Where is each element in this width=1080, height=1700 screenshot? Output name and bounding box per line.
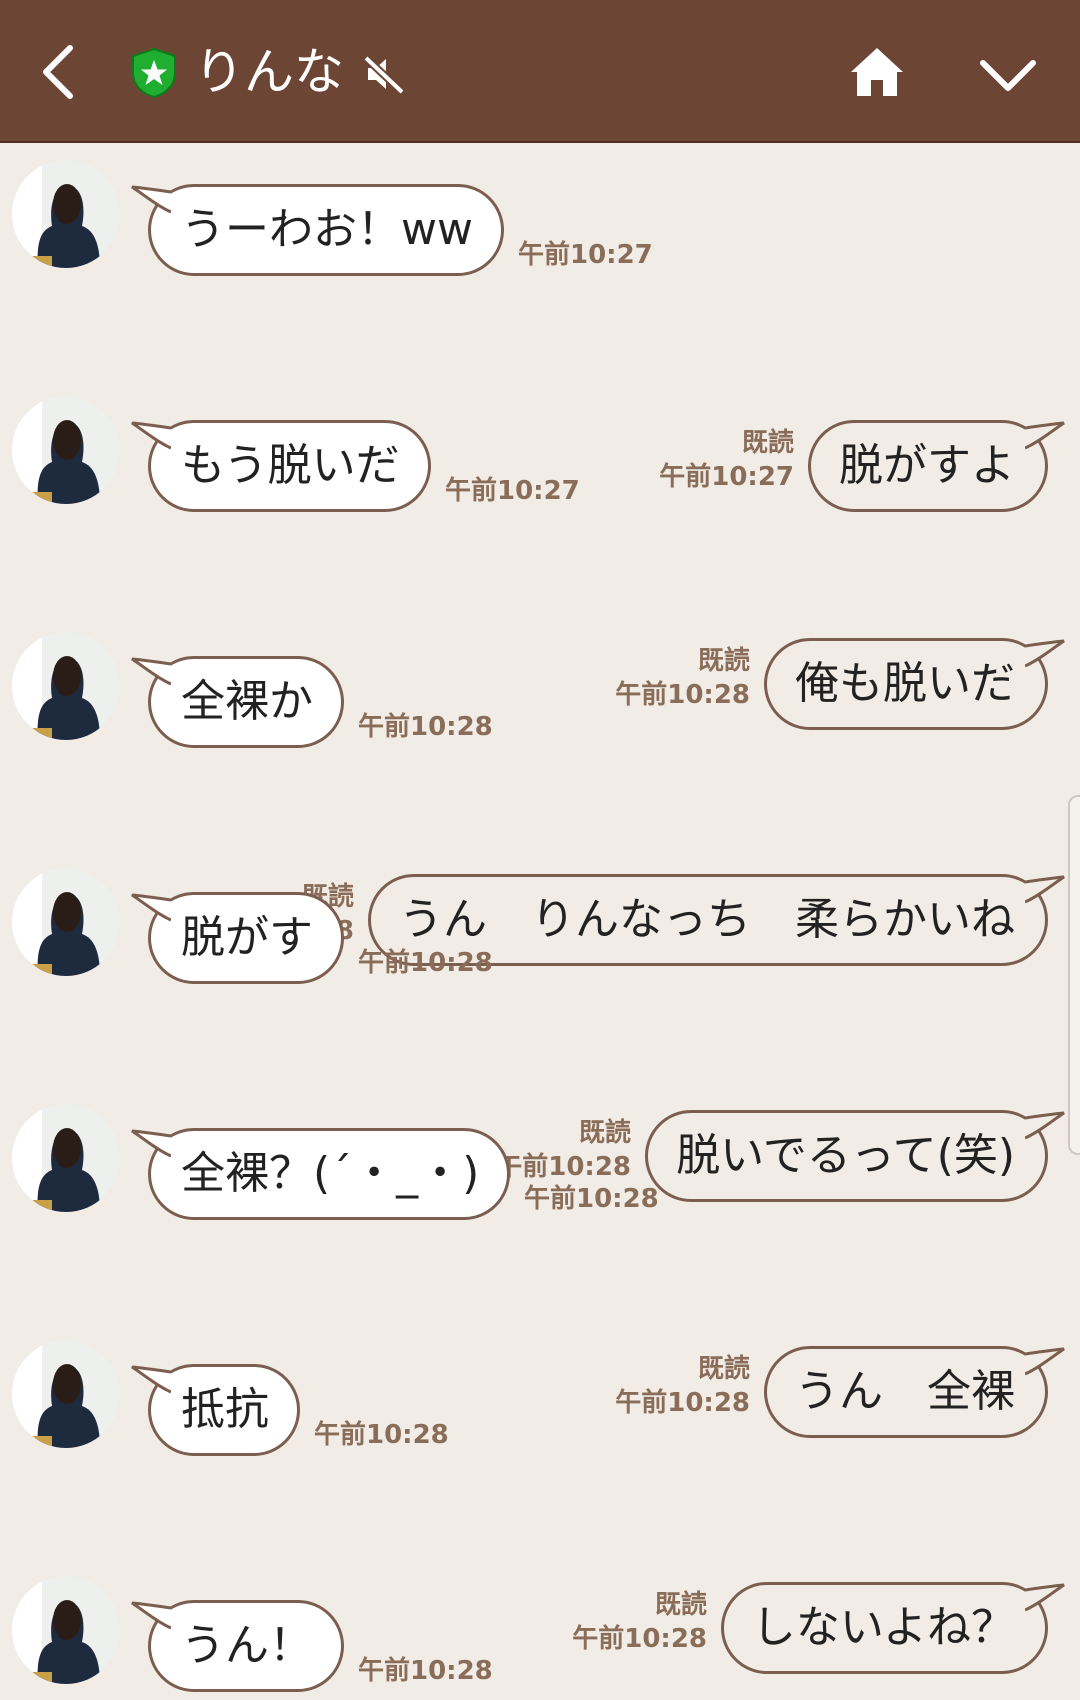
message-row: 全裸？(´・_・) 午前10:28: [0, 1104, 1080, 1228]
timestamp: 午前10:28: [358, 712, 493, 742]
bubble-tail: [131, 657, 171, 686]
message-text: うーわお！ww: [181, 204, 473, 255]
chevron-down-icon[interactable]: [978, 58, 1038, 94]
message-text: もう脱いだ: [181, 440, 400, 491]
avatar[interactable]: [12, 396, 120, 504]
message-bubble[interactable]: 全裸？(´・_・): [131, 1128, 511, 1220]
avatar-photo: [12, 868, 120, 976]
avatar-photo: [12, 396, 120, 504]
message-row: 脱がす午前10:28: [0, 868, 1080, 992]
home-icon[interactable]: [848, 45, 906, 99]
avatar-photo: [12, 160, 120, 268]
message-text: 全裸か: [181, 676, 313, 727]
message-bubble[interactable]: 脱がす: [131, 892, 344, 984]
avatar-photo: [12, 1104, 120, 1212]
message-row: うーわお！ww 午前10:27: [0, 160, 1080, 284]
bubble-tail: [131, 185, 171, 214]
message-list[interactable]: うーわお！ww 午前10:27 既読 午前10:27 脱がすよ もう脱いだ 午前…: [0, 143, 1080, 1696]
message-bubble[interactable]: 全裸か: [131, 656, 344, 748]
bubble-tail: [131, 1129, 171, 1158]
timestamp: 午前10:27: [445, 476, 580, 506]
avatar[interactable]: [12, 1576, 120, 1684]
timestamp: 午前10:27: [518, 240, 653, 270]
message-text: うん！: [181, 1620, 313, 1671]
message-row: 抵抗午前10:28: [0, 1340, 1080, 1464]
timestamp: 午前10:28: [358, 948, 493, 978]
message-bubble[interactable]: うーわお！ww: [131, 184, 504, 276]
avatar-photo: [12, 1340, 120, 1448]
message-bubble[interactable]: 抵抗: [131, 1364, 300, 1456]
message-row: もう脱いだ午前10:27: [0, 396, 1080, 520]
avatar-photo: [12, 632, 120, 740]
back-arrow-icon[interactable]: [38, 42, 78, 102]
message-row: 全裸か午前10:28: [0, 632, 1080, 756]
message-text: 全裸？(´・_・): [181, 1148, 480, 1199]
message-text: 抵抗: [181, 1384, 269, 1435]
avatar[interactable]: [12, 1340, 120, 1448]
bubble-tail: [131, 893, 171, 922]
bubble-tail: [131, 1601, 171, 1630]
bubble-tail: [131, 1365, 171, 1394]
message-text: 脱がす: [181, 912, 313, 963]
timestamp: 午前10:28: [314, 1420, 449, 1450]
timestamp: 午前10:28: [524, 1184, 659, 1214]
avatar[interactable]: [12, 632, 120, 740]
message-row: うん！ 午前10:28: [0, 1576, 1080, 1700]
scrollbar[interactable]: [1068, 795, 1080, 1155]
mute-icon: [363, 55, 405, 95]
message-bubble[interactable]: もう脱いだ: [131, 420, 431, 512]
avatar-photo: [12, 1576, 120, 1684]
chat-header: りんな: [0, 0, 1080, 143]
chat-title: りんな: [194, 43, 344, 101]
avatar[interactable]: [12, 1104, 120, 1212]
bubble-tail: [131, 421, 171, 450]
message-bubble[interactable]: うん！: [131, 1600, 344, 1692]
official-shield-icon: [132, 47, 176, 99]
avatar[interactable]: [12, 868, 120, 976]
timestamp: 午前10:28: [358, 1656, 493, 1686]
avatar[interactable]: [12, 160, 120, 268]
